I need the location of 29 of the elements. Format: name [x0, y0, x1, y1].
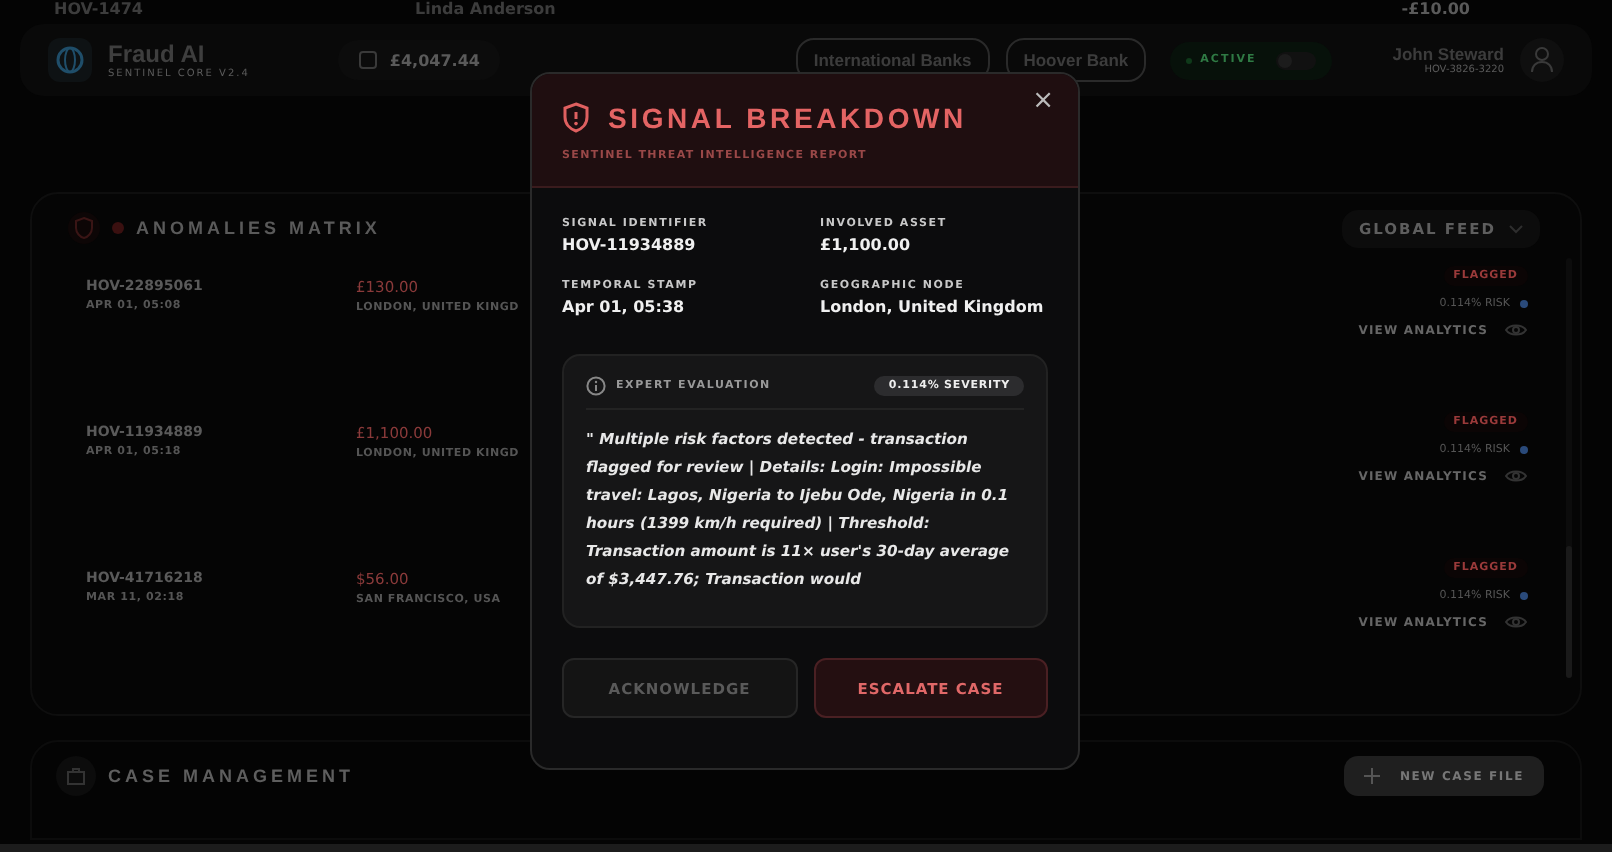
wallet-icon [357, 50, 378, 70]
panel-title: ANOMALIES MATRIX [136, 218, 381, 238]
avatar-icon[interactable] [1520, 38, 1564, 82]
risk-dot-icon [1520, 446, 1528, 454]
account-id: HOV-1474 [54, 0, 143, 20]
shield-icon [68, 212, 100, 244]
field-value: £1,100.00 [820, 236, 913, 254]
risk-dot-icon [1520, 592, 1528, 600]
alert-dot-icon [112, 222, 124, 234]
shield-alert-icon [562, 102, 590, 134]
briefcase-icon [56, 756, 96, 796]
close-button[interactable]: × [1024, 86, 1062, 116]
eye-icon [1504, 614, 1528, 630]
field-value: Apr 01, 05:38 [562, 298, 687, 316]
plus-icon [1363, 768, 1380, 784]
status-dot-icon [1186, 57, 1193, 63]
chevron-down-icon [1508, 223, 1524, 233]
eye-icon [1504, 322, 1528, 338]
info-icon [586, 376, 606, 396]
field-value: HOV-11934889 [562, 236, 698, 254]
panel-title: CASE MANAGEMENT [108, 766, 355, 786]
risk-dot-icon [1520, 300, 1528, 308]
modal-title: SIGNAL BREAKDOWN [608, 102, 967, 134]
amount-text: -£10.00 [1401, 0, 1470, 20]
globe-icon [48, 38, 92, 82]
field-value: London, United Kingdom [820, 298, 1046, 316]
account-name: Linda Anderson [414, 0, 556, 20]
balance-amount: £4,047.44 [389, 51, 480, 69]
eye-icon [1504, 468, 1528, 484]
